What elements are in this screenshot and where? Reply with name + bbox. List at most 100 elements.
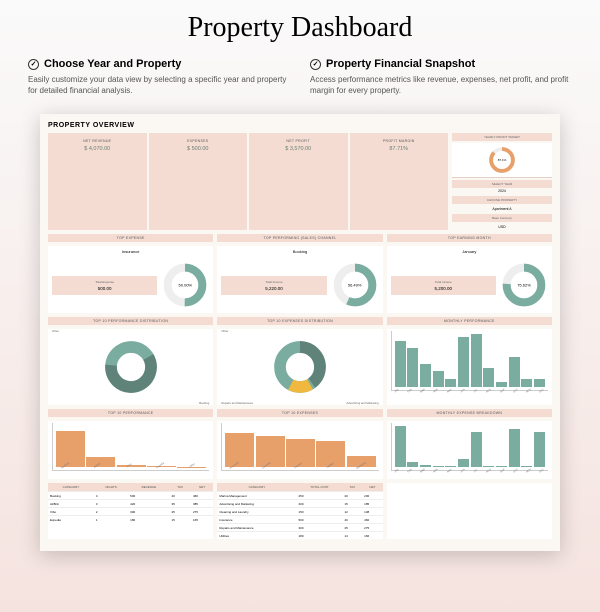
th: TAX bbox=[169, 483, 190, 492]
check-icon: ✓ bbox=[310, 59, 321, 70]
card-donut: 75.62% bbox=[500, 261, 548, 309]
th: TAX bbox=[342, 483, 362, 492]
card-title: Booking bbox=[217, 246, 382, 257]
legend-repairs: Repairs and Maintenance bbox=[221, 401, 253, 405]
th: NET bbox=[362, 483, 383, 492]
currency-header: Base Currency bbox=[452, 214, 552, 222]
check-icon: ✓ bbox=[28, 59, 39, 70]
sec-top-month: TOP EARNING MONTH bbox=[387, 234, 552, 242]
kpi-net-profit: NET PROFIT $ 3,570.00 bbox=[249, 133, 348, 230]
sec-top10-perf: TOP 10 PERFORMANCE bbox=[48, 409, 213, 417]
bar bbox=[433, 371, 444, 387]
sec-perf-dist: TOP 10 PERFORMANCE DISTRIBUTION bbox=[48, 317, 213, 325]
page-title: Property Dashboard bbox=[0, 12, 600, 44]
kpi-expenses: EXPENSES $ 500.00 bbox=[149, 133, 248, 230]
bar bbox=[420, 364, 431, 388]
monthly-perf-chart: JANFEBMARAPRMAYJUNJULAUGSEPOCTNOVDEC bbox=[387, 329, 552, 405]
legend-booking: Booking bbox=[199, 401, 209, 405]
table-row: Insurance50040460 bbox=[217, 516, 382, 524]
sec-exp-dist: TOP 10 EXPENSES DISTRIBUTION bbox=[217, 317, 382, 325]
table-row: Expedia118015165 bbox=[48, 516, 213, 524]
dashboard: PROPERTY OVERVIEW NET REVENUE $ 4,070.00… bbox=[40, 114, 560, 551]
card-1: Booking Total Income 5,220.00 56.49% bbox=[217, 246, 382, 313]
kpi-label: PROFIT MARGIN bbox=[354, 139, 445, 143]
th: CATEGORY bbox=[217, 483, 296, 492]
kpi-margin: PROFIT MARGIN 87.71% bbox=[350, 133, 449, 230]
card-info: Total Expense 500.00 bbox=[52, 276, 157, 295]
card-title: Insurance bbox=[48, 246, 213, 257]
th: REVENUE bbox=[128, 483, 169, 492]
legend-other: Other bbox=[52, 329, 59, 333]
bar bbox=[445, 379, 456, 387]
table-expenses: CATEGORYTOTAL COSTTAXNETMarina Managemen… bbox=[217, 483, 382, 539]
table-row: Cleaning and Laundry15012138 bbox=[217, 508, 382, 516]
bar bbox=[483, 368, 494, 388]
bar bbox=[458, 459, 469, 467]
yearly-target-header: YEARLY PROFIT TARGET bbox=[452, 133, 552, 141]
sec-top10-exp: TOP 10 EXPENSES bbox=[217, 409, 382, 417]
sec-top-channel: TOP PERFORMING (SALES) CHANNEL bbox=[217, 234, 382, 242]
bar bbox=[395, 341, 406, 387]
kpi-net-revenue: NET REVENUE $ 4,070.00 bbox=[48, 133, 147, 230]
top10-perf-chart: BookingAirBnbVrboExpediaOther bbox=[48, 421, 213, 479]
card-0: Insurance Total Expense 500.00 50.00% bbox=[48, 246, 213, 313]
kpi-label: EXPENSES bbox=[153, 139, 244, 143]
th: CATEGORY bbox=[48, 483, 94, 492]
table-row: Marina Management25020230 bbox=[217, 492, 382, 500]
bar bbox=[471, 432, 482, 468]
table-row: Utilities18014166 bbox=[217, 532, 382, 540]
table-row: Repairs and Maintenance30025275 bbox=[217, 524, 382, 532]
kpi-value: 87.71% bbox=[354, 146, 445, 152]
bar bbox=[458, 337, 469, 387]
choose-property-header: CHOOSE PROPERTY bbox=[452, 196, 552, 204]
select-year-header: SELECT YEAR bbox=[452, 180, 552, 188]
sec-monthly-exp: MONTHLY EXPENSE BREAKDOWN bbox=[387, 409, 552, 417]
sec-monthly-perf: MONTHLY PERFORMANCE bbox=[387, 317, 552, 325]
feature-heading: Choose Year and Property bbox=[44, 58, 181, 70]
bar bbox=[509, 429, 520, 467]
bar bbox=[471, 334, 482, 387]
kpi-value: $ 4,070.00 bbox=[52, 146, 143, 152]
table-performance: CATEGORYNIGHTSREVENUETAXNETBooking450040… bbox=[48, 483, 213, 539]
card-info: Total Income 5,200.00 bbox=[391, 276, 496, 295]
card-info: Total Income 5,220.00 bbox=[221, 276, 326, 295]
feature-heading: Property Financial Snapshot bbox=[326, 58, 475, 70]
card-donut: 50.00% bbox=[161, 261, 209, 309]
top10-exp-chart: InsuranceCleaningRepairsUtilitiesMarketi… bbox=[217, 421, 382, 479]
kpi-value: $ 3,570.00 bbox=[253, 146, 344, 152]
feature-desc: Easily customize your data view by selec… bbox=[28, 74, 290, 96]
feature-desc: Access performance metrics like revenue,… bbox=[310, 74, 572, 96]
card-2: January Total Income 5,200.00 75.62% bbox=[387, 246, 552, 313]
table-row: Advertising and Marketing20015185 bbox=[217, 500, 382, 508]
perf-dist-chart: Other Booking bbox=[48, 329, 213, 405]
feature-choose: ✓ Choose Year and Property Easily custom… bbox=[28, 58, 290, 96]
exp-dist-chart: Other Repairs and Maintenance Advertising… bbox=[217, 329, 382, 405]
legend-other: Other bbox=[221, 329, 228, 333]
currency[interactable]: USD bbox=[452, 224, 552, 230]
feature-snapshot: ✓ Property Financial Snapshot Access per… bbox=[310, 58, 572, 96]
table-row: AirBnb342035385 bbox=[48, 500, 213, 508]
yearly-target-donut: 87.1% bbox=[488, 146, 516, 174]
kpi-label: NET REVENUE bbox=[52, 139, 143, 143]
bar bbox=[509, 357, 520, 387]
feature-row: ✓ Choose Year and Property Easily custom… bbox=[0, 44, 600, 106]
sec-top-expense: TOP EXPENSE bbox=[48, 234, 213, 242]
table-row: Booking450040460 bbox=[48, 492, 213, 500]
select-year[interactable]: 2024 bbox=[452, 188, 552, 194]
choose-property[interactable]: Apartment A bbox=[452, 206, 552, 212]
th: TOTAL COST bbox=[297, 483, 343, 492]
kpi-value: $ 500.00 bbox=[153, 146, 244, 152]
monthly-exp-chart: JANFEBMARAPRMAYJUNJULAUGSEPOCTNOVDEC bbox=[387, 421, 552, 479]
table-row: Vrbo230025275 bbox=[48, 508, 213, 516]
bar bbox=[407, 348, 418, 388]
bar bbox=[395, 426, 406, 467]
legend-marketing: Advertising and Marketing bbox=[346, 401, 378, 405]
card-donut: 56.49% bbox=[331, 261, 379, 309]
th: NET bbox=[191, 483, 213, 492]
th: NIGHTS bbox=[94, 483, 128, 492]
dashboard-title: PROPERTY OVERVIEW bbox=[48, 122, 552, 129]
kpi-label: NET PROFIT bbox=[253, 139, 344, 143]
card-title: January bbox=[387, 246, 552, 257]
bar bbox=[534, 432, 545, 468]
target-pct: 87.1% bbox=[498, 158, 507, 162]
